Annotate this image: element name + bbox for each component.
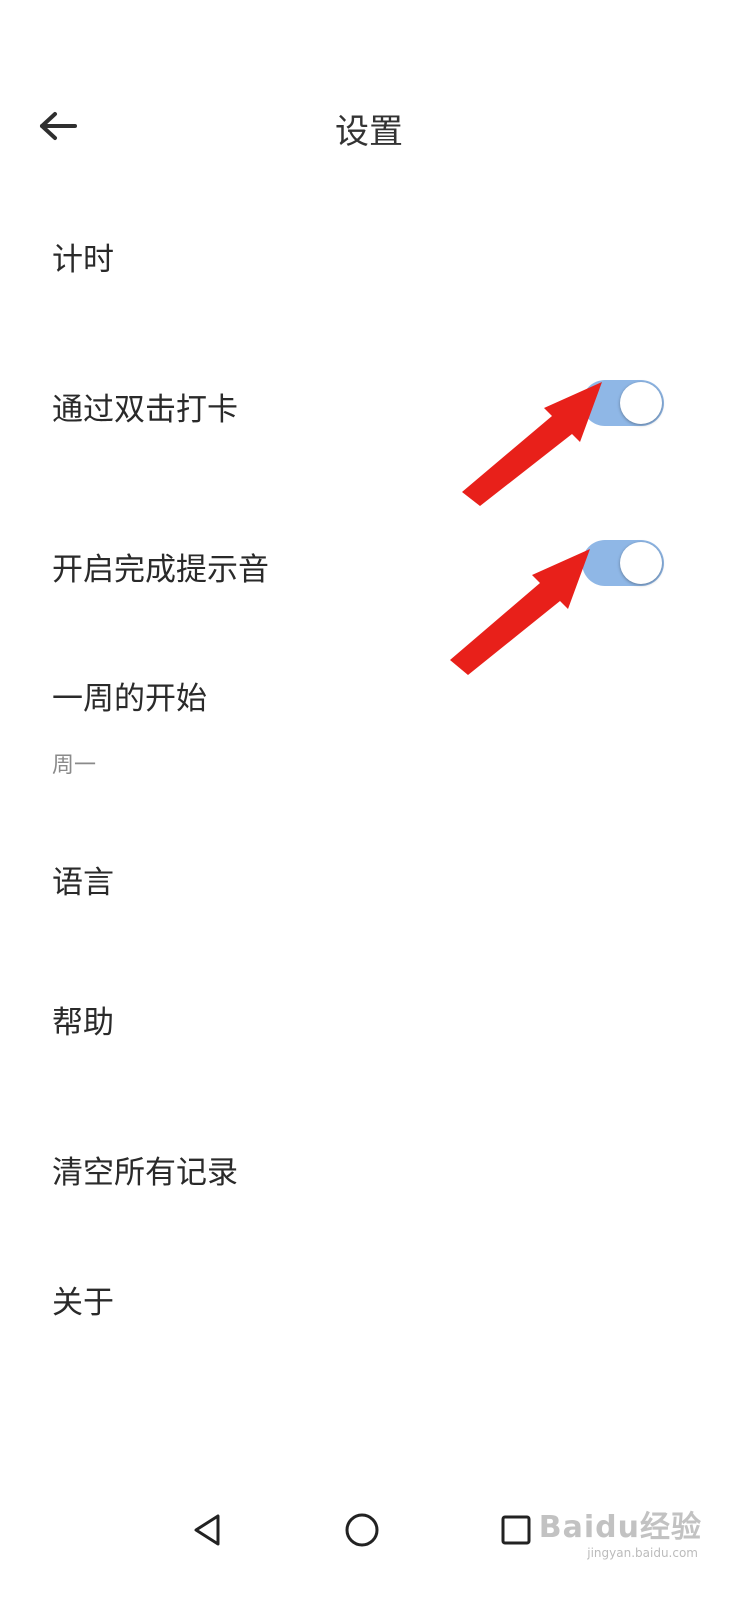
settings-item-clear-records[interactable]: 清空所有记录 (0, 1115, 738, 1225)
settings-item-about[interactable]: 关于 (0, 1245, 738, 1355)
triangle-back-icon (190, 1512, 226, 1552)
settings-item-label: 一周的开始 (52, 681, 207, 717)
settings-item-completion-sound[interactable]: 开启完成提示音 (0, 510, 738, 620)
annotation-arrow-icon (450, 549, 590, 675)
page-title: 设置 (335, 112, 403, 152)
settings-item-language[interactable]: 语言 (0, 825, 738, 935)
settings-item-help[interactable]: 帮助 (0, 965, 738, 1075)
settings-item-label: 关于 (52, 1285, 114, 1321)
app-bar: 设置 (0, 80, 738, 176)
annotation-arrow-icon (462, 382, 602, 506)
settings-item-label: 帮助 (52, 1005, 114, 1041)
circle-home-icon (343, 1511, 381, 1553)
settings-item-label: 开启完成提示音 (52, 552, 269, 588)
settings-item-double-tap-checkin[interactable]: 通过双击打卡 (0, 350, 738, 460)
settings-item-week-start[interactable]: 一周的开始 周一 (0, 645, 738, 785)
toggle-knob (620, 382, 662, 424)
settings-item-timer[interactable]: 计时 (0, 200, 738, 310)
toggle-knob (620, 542, 662, 584)
settings-item-value: 周一 (52, 753, 97, 778)
settings-item-label: 通过双击打卡 (52, 392, 238, 428)
watermark-text: Baidu经验 (538, 1510, 702, 1545)
nav-recents-button[interactable] (488, 1504, 544, 1560)
nav-back-button[interactable] (180, 1504, 236, 1560)
square-recents-icon (498, 1512, 534, 1552)
nav-home-button[interactable] (334, 1504, 390, 1560)
settings-screen: 设置 计时 通过双击打卡 开启完成提示音 一周的开始 周一 语言 帮助 清空所有… (0, 0, 738, 1600)
settings-item-label: 计时 (52, 242, 114, 278)
settings-item-label: 语言 (52, 865, 114, 901)
settings-item-label: 清空所有记录 (52, 1155, 238, 1191)
watermark-subtext: jingyan.baidu.com (587, 1546, 698, 1560)
